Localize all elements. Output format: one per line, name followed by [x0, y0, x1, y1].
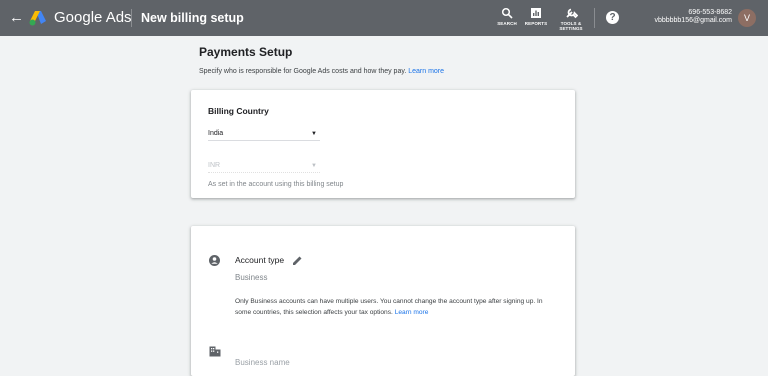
brand-name: Google Ads: [54, 9, 132, 26]
account-info[interactable]: 696-553-8682 vbbbbbb156@gmail.com: [654, 9, 732, 25]
currency-note: As set in the account using this billing…: [208, 181, 344, 188]
country-select[interactable]: India ▼: [208, 128, 320, 141]
learn-more-link[interactable]: Learn more: [395, 309, 429, 316]
person-icon: [209, 253, 220, 266]
help-icon[interactable]: ?: [606, 11, 619, 24]
account-type-value: Business: [235, 273, 268, 282]
business-icon: [209, 344, 221, 357]
account-type-label: Account type: [235, 255, 285, 265]
account-details-card: Account type Business Only Business acco…: [191, 226, 575, 376]
learn-more-link[interactable]: Learn more: [408, 68, 444, 75]
avatar[interactable]: V: [738, 9, 756, 27]
dropdown-arrow-icon: ▼: [311, 163, 317, 169]
wrench-icon: [554, 6, 588, 20]
subtitle-text: Specify who is responsible for Google Ad…: [199, 68, 407, 75]
account-email: vbbbbbb156@gmail.com: [654, 17, 732, 24]
edit-pencil-icon[interactable]: [292, 253, 303, 265]
reports-icon: [519, 6, 553, 20]
page-title: New billing setup: [141, 11, 244, 25]
reports-label: REPORTS: [524, 21, 548, 26]
payments-setup-subtitle: Specify who is responsible for Google Ad…: [199, 68, 444, 75]
header-divider: [131, 9, 132, 27]
top-app-bar: ← Google Ads New billing setup SEARCH RE…: [0, 0, 768, 36]
dropdown-arrow-icon: ▼: [311, 131, 317, 137]
google-ads-logo: [29, 10, 47, 26]
tools-label-line2: SETTINGS: [559, 26, 583, 31]
currency-value: INR: [208, 162, 221, 169]
tools-settings-button[interactable]: TOOLS & SETTINGS: [554, 6, 588, 32]
billing-country-title: Billing Country: [208, 106, 269, 116]
country-value: India: [208, 130, 224, 137]
currency-select: INR ▼: [208, 160, 320, 173]
description-text: Only Business accounts can have multiple…: [235, 298, 543, 316]
payments-setup-title: Payments Setup: [199, 45, 293, 59]
billing-country-card: Billing Country India ▼ INR ▼ As set in …: [191, 90, 575, 198]
header-separator: [594, 8, 595, 28]
account-phone: 696-553-8682: [688, 9, 732, 16]
reports-button[interactable]: REPORTS: [519, 6, 553, 32]
business-name-field[interactable]: Business name: [235, 358, 290, 367]
arrow-back-icon[interactable]: ←: [9, 9, 24, 27]
account-type-description: Only Business accounts can have multiple…: [235, 296, 560, 318]
